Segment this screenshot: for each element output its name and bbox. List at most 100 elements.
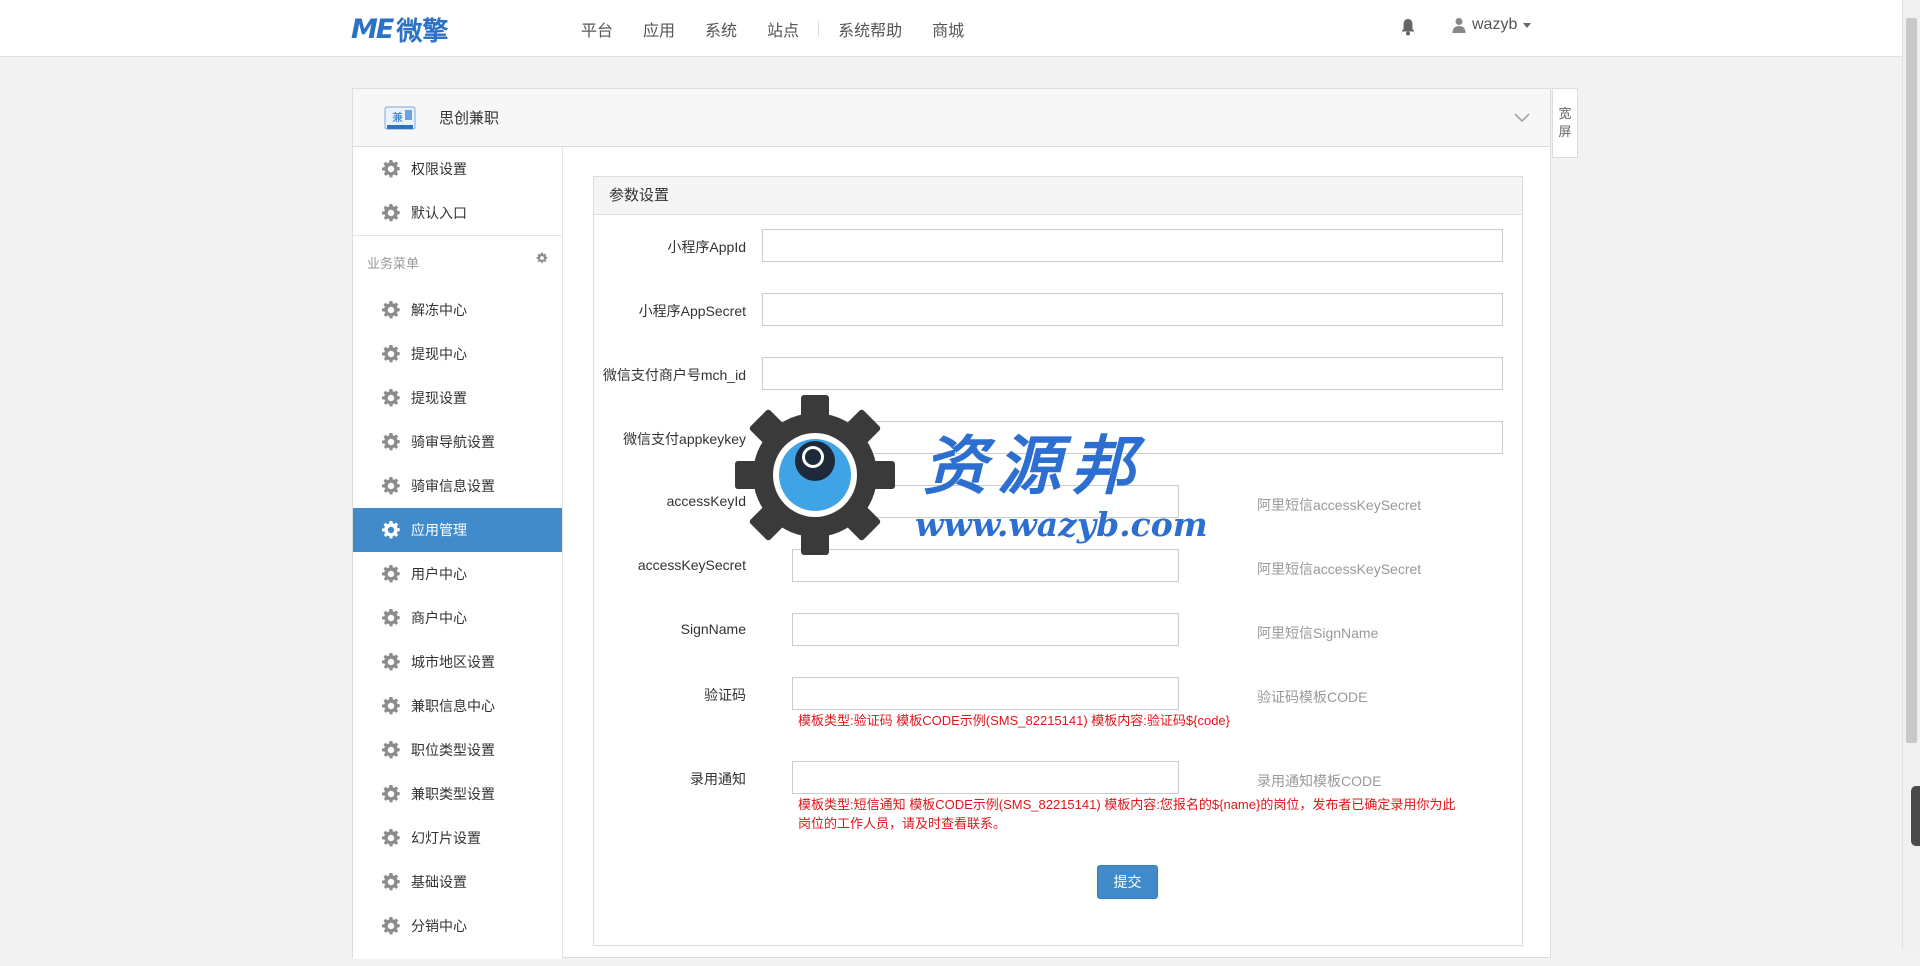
code-template-note: 模板类型:验证码 模板CODE示例(SMS_82215141) 模板内容:验证码… [798, 713, 1231, 728]
sidebar-item-review-info-settings[interactable]: 骑审信息设置 [353, 464, 562, 508]
sidebar-item-label: 幻灯片设置 [411, 830, 481, 846]
gear-icon [381, 203, 401, 223]
gear-icon [381, 159, 401, 179]
sidebar-item-label: 默认入口 [411, 205, 467, 221]
sidebar-item-slideshow-settings[interactable]: 幻灯片设置 [353, 816, 562, 860]
sidebar-item-withdraw-center[interactable]: 提现中心 [353, 332, 562, 376]
appid-input[interactable] [762, 229, 1503, 262]
sidebar-menu-list: 解冻中心提现中心提现设置骑审导航设置 骑审信息设置 应用管理用户中心商户中心城市地区… [353, 288, 562, 948]
logo-mark: ME [351, 13, 394, 45]
hire-label: 录用通知 [690, 771, 746, 787]
app-title: 思创兼职 [439, 110, 500, 127]
gear-icon [381, 740, 401, 760]
appid-label: 小程序AppId [667, 239, 746, 255]
form-title: 参数设置 [594, 177, 1522, 215]
main-panel: 兼 思创兼职 权限设置 默认入口 业务菜单 解冻中心提现中心提现设置骑审导航设置… [352, 88, 1551, 959]
appsecret-label: 小程序AppSecret [638, 303, 746, 319]
sidebar-item-user-center[interactable]: 用户中心 [353, 552, 562, 596]
sidebar-item-label: 骑审导航设置 [411, 434, 495, 450]
nav-item-help[interactable]: 系统帮助 [838, 17, 902, 41]
nav-item-store[interactable]: 商城 [932, 17, 964, 41]
accesskeysecret-hint: 阿里短信accessKeySecret [1257, 561, 1422, 577]
sidebar-item-basic-settings[interactable]: 基础设置 [353, 860, 562, 904]
sidebar-item-label: 提现中心 [411, 346, 467, 362]
sidebar-item-label: 提现设置 [411, 390, 467, 406]
sidebar-item-label: 骑审信息设置 [411, 478, 495, 494]
scrollbar-thumb[interactable] [1906, 18, 1917, 743]
side-floating-widget[interactable] [1911, 786, 1920, 846]
sidebar-item-permissions[interactable]: 权限设置 [353, 147, 562, 191]
sidebar-group-business: 业务菜单 [353, 236, 562, 288]
gear-icon [381, 652, 401, 672]
appsecret-input[interactable] [762, 293, 1503, 326]
nav-item-apps[interactable]: 应用 [643, 17, 675, 41]
sidebar-item-parttime-type-settings[interactable]: 兼职类型设置 [353, 772, 562, 816]
gear-icon [381, 432, 401, 452]
accesskeysecret-input[interactable] [792, 549, 1179, 582]
widescreen-toggle-button[interactable]: 宽 屏 [1552, 88, 1578, 158]
sidebar-item-parttime-info-center[interactable]: 兼职信息中心 [353, 684, 562, 728]
accesskeyid-input[interactable] [792, 485, 1179, 518]
sidebar-item-label: 商户中心 [411, 610, 467, 626]
widescreen-label-1: 宽 [1558, 106, 1572, 121]
accesskeyid-label: accessKeyId [666, 493, 746, 509]
sidebar-item-position-type-settings[interactable]: 职位类型设置 [353, 728, 562, 772]
user-menu[interactable]: wazyb [1452, 16, 1532, 34]
sidebar-item-review-nav-settings[interactable]: 骑审导航设置 [353, 420, 562, 464]
sidebar-item-app-management[interactable]: 应用管理 [353, 508, 562, 552]
gear-icon [381, 564, 401, 584]
bell-icon[interactable] [1400, 18, 1416, 36]
mch-id-label: 微信支付商户号mch_id [602, 367, 746, 383]
gear-icon [381, 344, 401, 364]
hire-input[interactable] [792, 761, 1179, 794]
nav-item-system[interactable]: 系统 [705, 17, 737, 41]
panel-header: 兼 思创兼职 [353, 89, 1550, 147]
sidebar-item-city-region-settings[interactable]: 城市地区设置 [353, 640, 562, 684]
sidebar-item-label: 基础设置 [411, 874, 467, 890]
logo-text: 微擎 [396, 15, 449, 46]
accesskeysecret-label: accessKeySecret [637, 557, 746, 573]
app-icon: 兼 [384, 106, 416, 129]
sidebar-item-label: 分销中心 [411, 918, 467, 934]
logo[interactable]: ME 微擎 [351, 13, 448, 46]
gear-icon [382, 521, 400, 539]
sidebar-item-label: 兼职类型设置 [411, 786, 495, 802]
code-hint: 验证码模板CODE [1257, 689, 1368, 705]
widescreen-label-2: 屏 [1558, 124, 1572, 139]
main-nav: 平台 应用 系统 站点 系统帮助 商城 [566, 0, 979, 57]
submit-button[interactable]: 提交 [1097, 865, 1158, 899]
appkey-input[interactable] [762, 421, 1503, 454]
sidebar-item-label: 兼职信息中心 [411, 698, 495, 714]
content-area: 参数设置 小程序AppId 小程序AppSecret 微信支付商户号mch_id… [593, 176, 1523, 966]
signname-input[interactable] [792, 613, 1179, 646]
gear-icon [381, 916, 401, 936]
gear-icon [381, 608, 401, 628]
signname-hint: 阿里短信SignName [1257, 625, 1379, 641]
gear-icon[interactable] [536, 252, 548, 264]
sidebar-item-label: 用户中心 [411, 566, 467, 582]
sidebar-item-label: 职位类型设置 [411, 742, 495, 758]
gear-icon [381, 476, 401, 496]
gear-icon [381, 388, 401, 408]
sidebar-item-label: 城市地区设置 [411, 654, 495, 670]
hire-template-note-line1: 模板类型:短信通知 模板CODE示例(SMS_82215141) 模板内容:您报… [798, 797, 1456, 812]
signname-label: SignName [680, 621, 746, 637]
sidebar-item-default-entry[interactable]: 默认入口 [353, 191, 562, 235]
nav-item-platform[interactable]: 平台 [581, 17, 613, 41]
chevron-down-icon[interactable] [1514, 109, 1530, 125]
sidebar-item-withdraw-settings[interactable]: 提现设置 [353, 376, 562, 420]
sidebar-item-merchant-center[interactable]: 商户中心 [353, 596, 562, 640]
sidebar-group-title: 业务菜单 [367, 255, 420, 271]
sidebar-item-unfreeze-center[interactable]: 解冻中心 [353, 288, 562, 332]
hire-template-note-line2: 岗位的工作人员，请及时查看联系。 [798, 816, 1007, 831]
nav-item-sites[interactable]: 站点 [767, 17, 799, 41]
nav-divider [818, 20, 820, 37]
sidebar-item-label: 权限设置 [411, 161, 467, 177]
mch-id-input[interactable] [762, 357, 1503, 390]
sidebar-item-distribution-center[interactable]: 分销中心 [353, 904, 562, 948]
sidebar-item-label: 应用管理 [411, 522, 467, 538]
gear-icon [381, 784, 401, 804]
gear-icon [381, 828, 401, 848]
code-input[interactable] [792, 677, 1179, 710]
hire-hint: 录用通知模板CODE [1257, 773, 1382, 789]
